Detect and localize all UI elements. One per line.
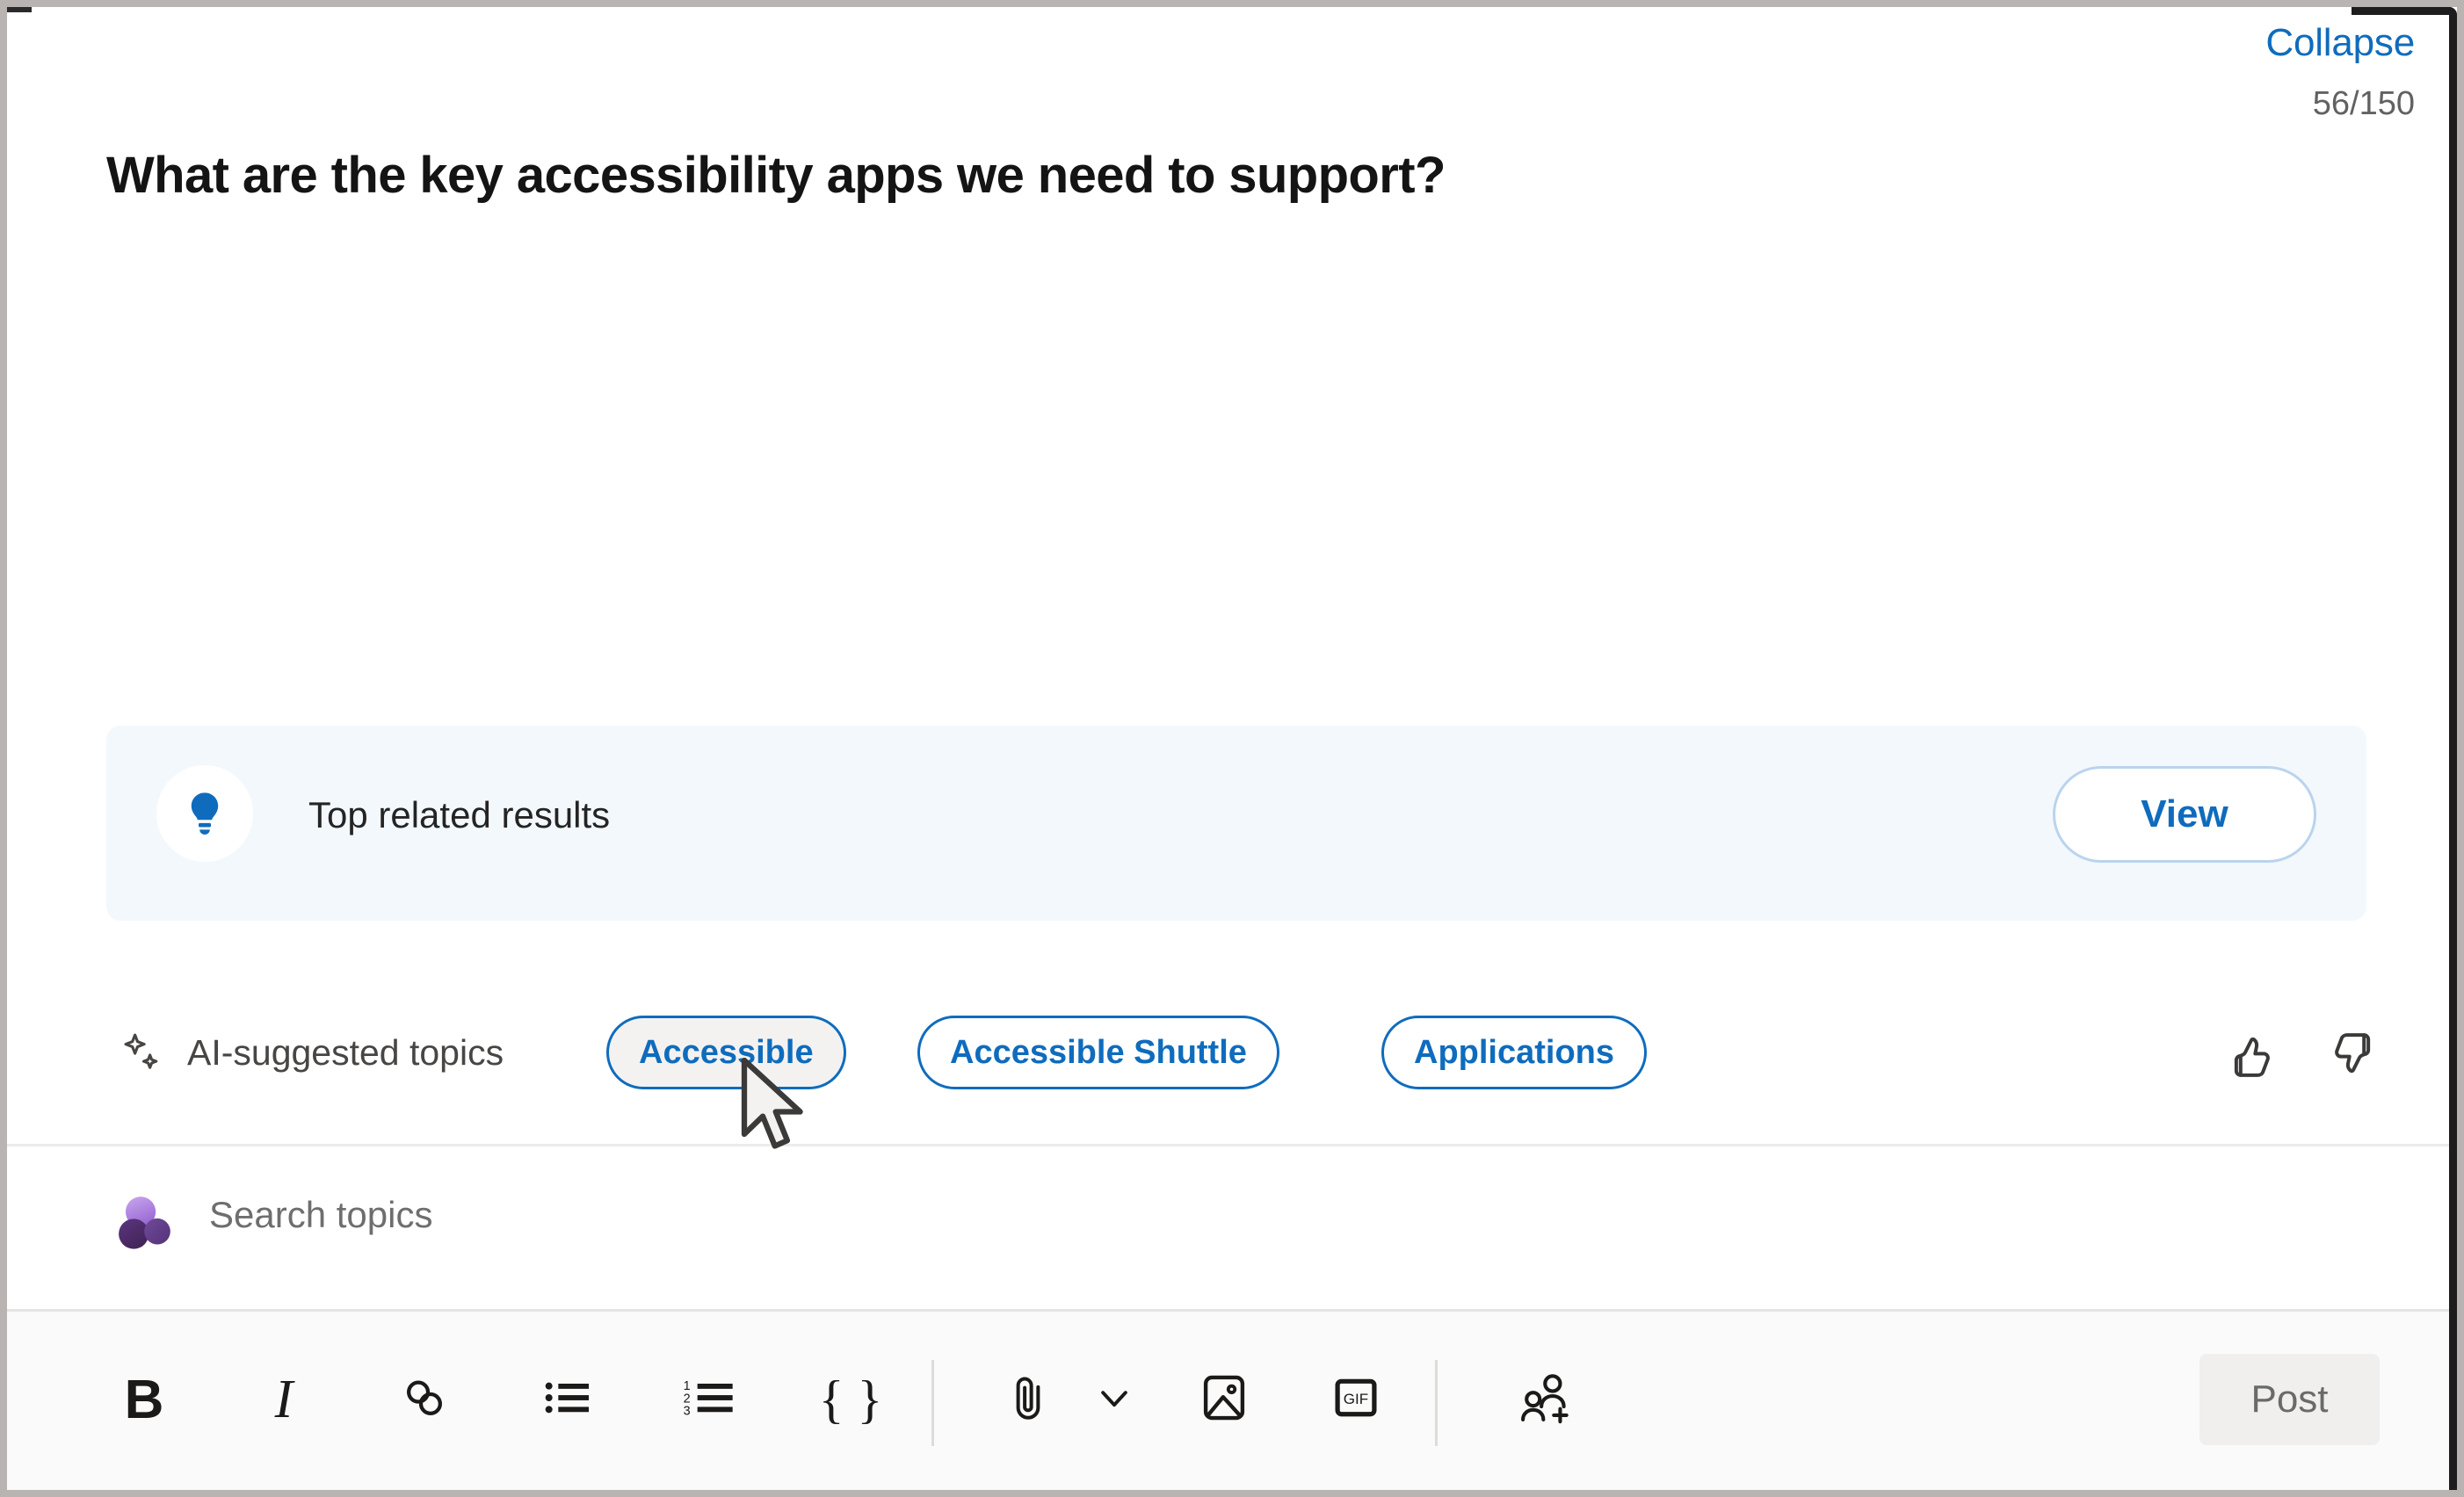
top-related-results-banner: Top related results View [106, 726, 2366, 921]
gif-button[interactable]: GIF [1308, 1354, 1404, 1445]
composer-frame: Collapse 56/150 What are the key accessi… [7, 7, 2457, 1490]
formatting-toolbar: B I 1 2 3 {} GIF Post [7, 1312, 2457, 1490]
person-add-icon [1513, 1366, 1576, 1434]
image-button[interactable] [1176, 1354, 1272, 1445]
question-title[interactable]: What are the key accessibility apps we n… [106, 146, 1446, 205]
topic-chip-accessible[interactable]: Accessible [606, 1016, 846, 1089]
paperclip-icon [1001, 1370, 1055, 1429]
chevron-down-icon [1090, 1373, 1139, 1427]
topic-chip-accessible-shuttle[interactable]: Accessible Shuttle [917, 1016, 1279, 1089]
ai-suggested-topics-label: AI-suggested topics [187, 1032, 504, 1073]
italic-button[interactable]: I [246, 1354, 322, 1445]
thumbs-up-icon[interactable] [2223, 1026, 2281, 1084]
bulleted-list-icon [540, 1370, 596, 1430]
thumbs-down-icon[interactable] [2323, 1026, 2381, 1084]
question-composer: Collapse 56/150 What are the key accessi… [7, 7, 2457, 1312]
lightbulb-icon [156, 765, 253, 862]
image-icon [1195, 1369, 1253, 1431]
search-topics-row [7, 1146, 2457, 1309]
topic-chip-applications[interactable]: Applications [1381, 1016, 1648, 1089]
numbered-list-icon: 1 2 3 [682, 1370, 743, 1430]
search-topics-input[interactable] [207, 1193, 1617, 1237]
annotation-right-edge [2449, 7, 2457, 1490]
viva-topics-icon [114, 1190, 179, 1255]
svg-text:GIF: GIF [1344, 1391, 1368, 1407]
svg-text:3: 3 [684, 1404, 691, 1418]
attach-chevron-button[interactable] [1075, 1354, 1154, 1445]
collapse-link[interactable]: Collapse [2265, 21, 2415, 65]
ai-suggested-topics-row: AI-suggested topics Accessible Accessibl… [7, 991, 2457, 1140]
attach-button[interactable] [989, 1354, 1068, 1445]
link-icon [396, 1370, 453, 1430]
annotation-top-edge [2352, 7, 2457, 15]
toolbar-divider [1435, 1360, 1438, 1446]
post-button[interactable]: Post [2199, 1354, 2380, 1445]
toolbar-divider [931, 1360, 934, 1446]
add-people-button[interactable] [1492, 1354, 1598, 1445]
numbered-list-button[interactable]: 1 2 3 [664, 1354, 761, 1445]
bulleted-list-button[interactable] [524, 1354, 612, 1445]
top-related-results-label: Top related results [308, 794, 611, 835]
gif-icon: GIF [1327, 1369, 1385, 1431]
code-button[interactable]: { } [807, 1354, 895, 1445]
view-button[interactable]: View [2053, 766, 2316, 863]
annotation-left-edge [7, 7, 32, 12]
character-counter: 56/150 [2312, 85, 2415, 122]
link-button[interactable] [380, 1354, 468, 1445]
sparkle-icon [118, 1030, 167, 1079]
bold-button[interactable]: B [106, 1354, 182, 1445]
